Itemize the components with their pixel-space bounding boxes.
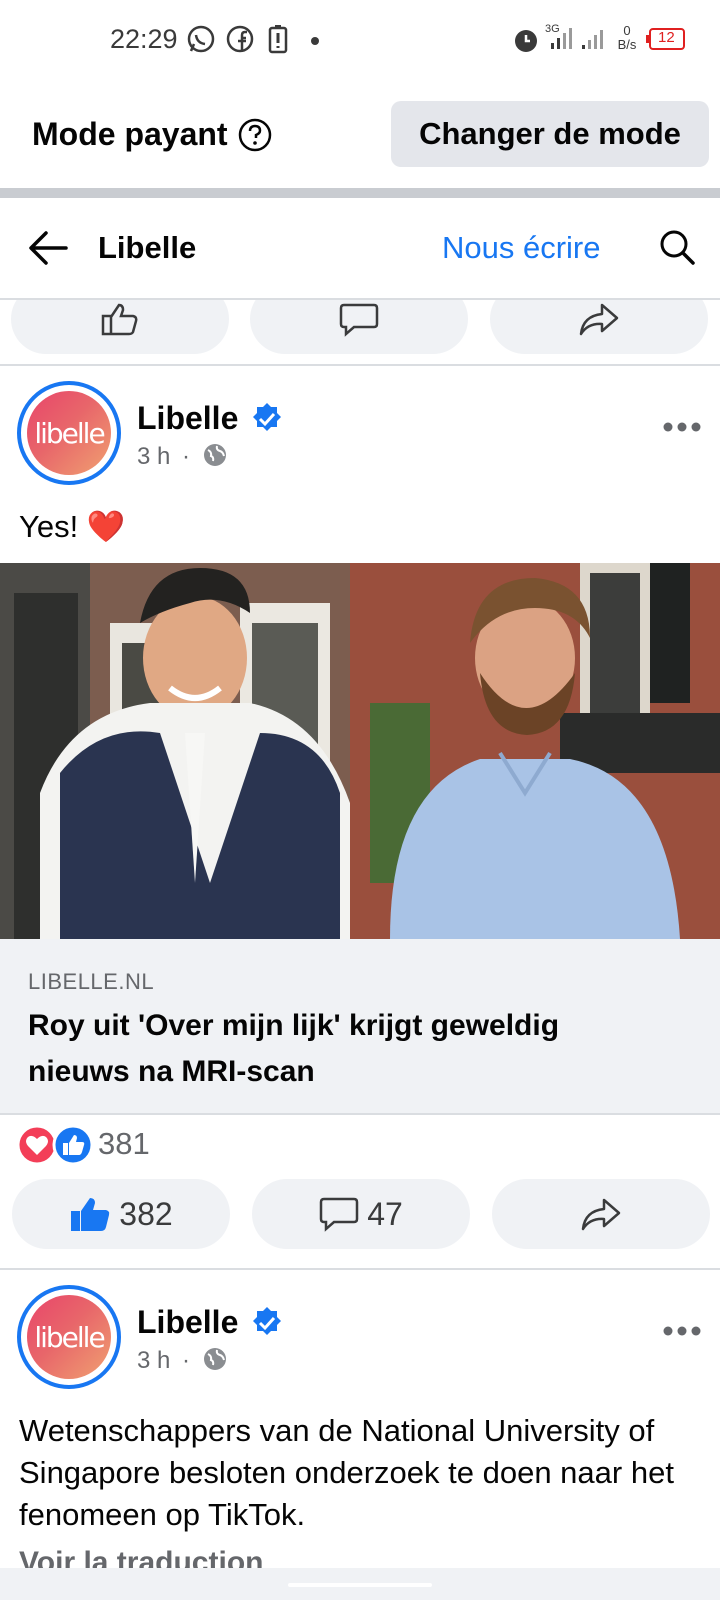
meta-separator: · <box>182 1347 190 1374</box>
post-time: 3 h <box>137 1347 171 1374</box>
comment-button[interactable] <box>250 300 468 354</box>
verified-badge-icon <box>250 402 284 441</box>
meta-separator: · <box>182 443 190 470</box>
link-preview[interactable]: LIBELLE.NL Roy uit 'Over mijn lijk' krij… <box>0 939 720 1115</box>
post-author[interactable]: Libelle <box>137 400 238 437</box>
globe-icon <box>202 442 228 473</box>
post-text: Yes! ❤️ <box>19 509 126 544</box>
post-text: Wetenschappers van de National Universit… <box>19 1413 674 1532</box>
post-separator <box>0 364 720 366</box>
translation-link[interactable]: Voir la traduction <box>19 1538 699 1568</box>
link-title: Roy uit 'Over mijn lijk' krijgt geweldig… <box>28 1009 560 1088</box>
like-count: 382 <box>119 1195 173 1232</box>
signal-icon-2 <box>580 23 610 56</box>
comment-icon <box>339 303 379 337</box>
mode-bar: Mode payant Changer de mode <box>0 82 720 186</box>
facebook-icon <box>226 24 254 59</box>
post-time: 3 h <box>137 443 171 470</box>
globe-icon <box>202 1346 228 1377</box>
avatar[interactable]: libelle <box>17 1285 121 1389</box>
like-button[interactable] <box>11 300 229 354</box>
like-reaction-icon[interactable] <box>52 1124 94 1171</box>
mode-label: Mode payant <box>32 116 228 152</box>
share-icon <box>581 1198 621 1231</box>
message-link[interactable]: Nous écrire <box>442 230 601 266</box>
whatsapp-icon <box>186 24 216 59</box>
network-speed: 0 B/s <box>617 23 637 52</box>
help-icon[interactable] <box>238 118 272 157</box>
post-photo <box>0 563 720 939</box>
comment-icon <box>319 1197 359 1232</box>
link-domain: LIBELLE.NL <box>28 969 155 994</box>
search-icon[interactable] <box>658 228 696 271</box>
status-bar: 22:29 3G 0 B/s 12 <box>0 0 720 82</box>
like-button[interactable]: 382 <box>12 1179 230 1249</box>
more-options-icon[interactable] <box>662 420 702 439</box>
status-time: 22:29 <box>110 24 178 54</box>
battery-level: 12 <box>658 29 675 46</box>
dot-icon <box>310 33 320 51</box>
page-title: Libelle <box>98 230 197 265</box>
share-button[interactable] <box>492 1179 710 1249</box>
share-button[interactable] <box>490 300 708 354</box>
home-indicator[interactable] <box>288 1583 432 1587</box>
page-header: Libelle Nous écrire <box>0 198 720 300</box>
more-options-icon[interactable] <box>662 1324 702 1343</box>
thumbs-up-icon <box>101 303 138 336</box>
verified-badge-icon <box>250 1306 284 1345</box>
previous-post-actions <box>0 300 720 360</box>
back-arrow-icon[interactable] <box>26 228 70 273</box>
post-separator <box>0 1268 720 1270</box>
avatar[interactable]: libelle <box>17 381 121 485</box>
change-mode-button[interactable]: Changer de mode <box>391 101 709 167</box>
battery-saver-icon <box>268 24 288 59</box>
thumbs-up-icon <box>71 1198 110 1231</box>
comment-button[interactable]: 47 <box>252 1179 470 1249</box>
share-icon <box>579 303 619 336</box>
comment-count: 47 <box>367 1195 403 1232</box>
post-image[interactable] <box>0 563 720 939</box>
post-author[interactable]: Libelle <box>137 1304 238 1341</box>
battery-icon: 12 <box>646 28 686 55</box>
divider <box>0 188 720 198</box>
alarm-icon <box>512 26 540 59</box>
reactions-count[interactable]: 381 <box>98 1126 150 1162</box>
